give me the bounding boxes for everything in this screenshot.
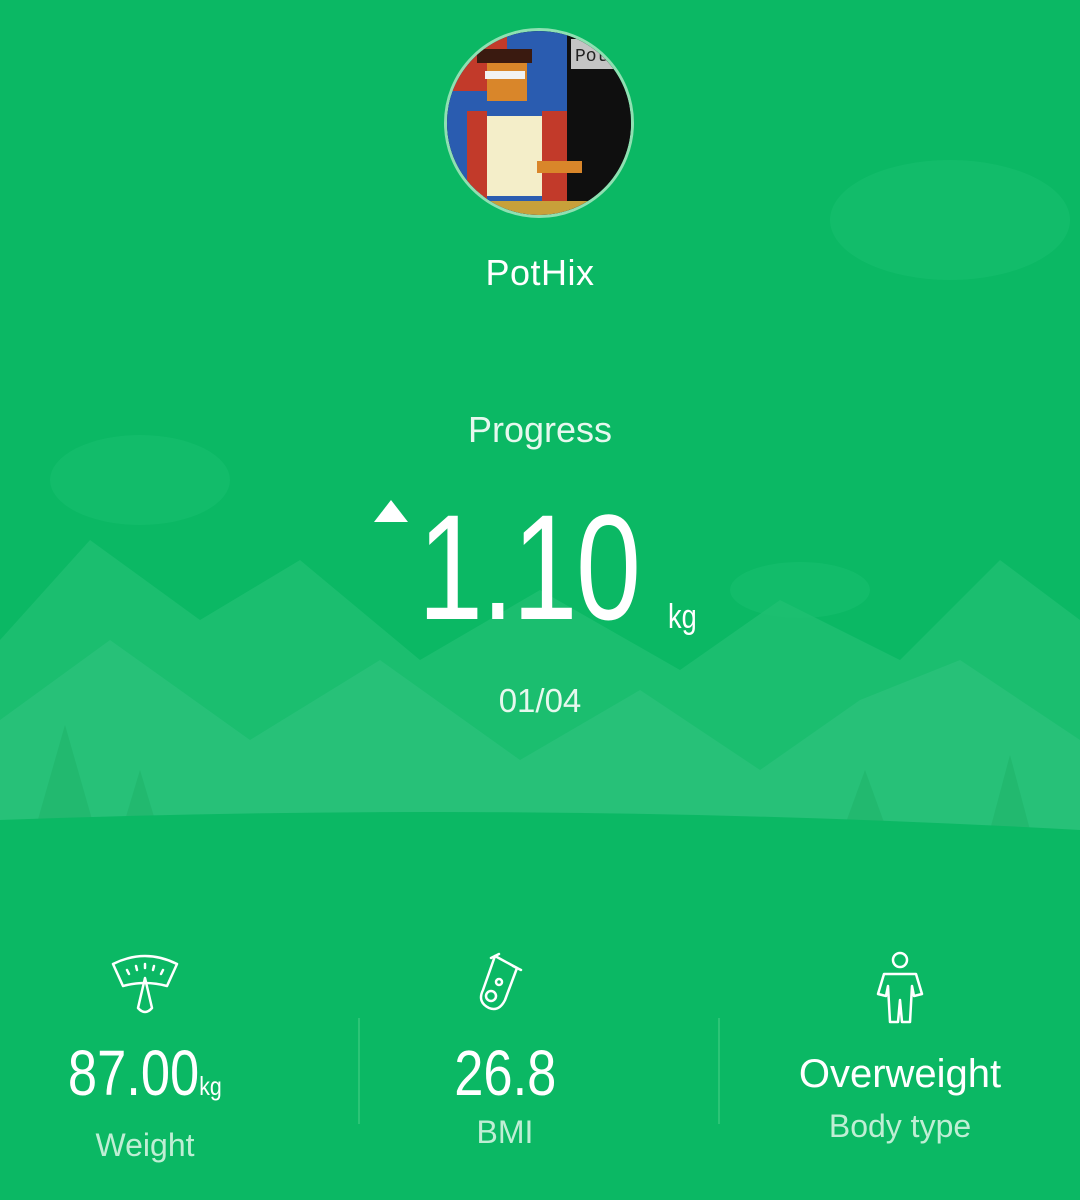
flask-icon [479,952,523,1011]
bmi-label: BMI [476,1114,534,1150]
body-type-label: Body type [828,1108,972,1144]
body-type-stat[interactable]: Overweight Body type [770,950,1030,1145]
stat-divider [718,1018,720,1124]
scale-icon [111,954,179,1014]
user-avatar[interactable]: Pot [444,28,634,218]
weight-value: 87.00kg [68,1037,222,1109]
weight-stat[interactable]: 87.00kg Weight [40,950,250,1164]
progress-value: 1.10 [418,483,641,651]
body-type-value: Overweight [798,1052,1002,1096]
trend-up-icon [374,500,408,522]
stat-divider [358,1018,360,1124]
body-icon [876,951,924,1024]
bmi-stat[interactable]: 26.8 BMI [400,950,610,1151]
weight-label: Weight [95,1127,195,1163]
username: PotHix [485,252,595,293]
progress-label: Progress [467,409,613,450]
weight-unit: kg [199,1071,222,1101]
progress-date: 01/04 [498,682,582,719]
bmi-value: 26.8 [453,1037,557,1109]
progress-unit: kg [668,598,697,636]
